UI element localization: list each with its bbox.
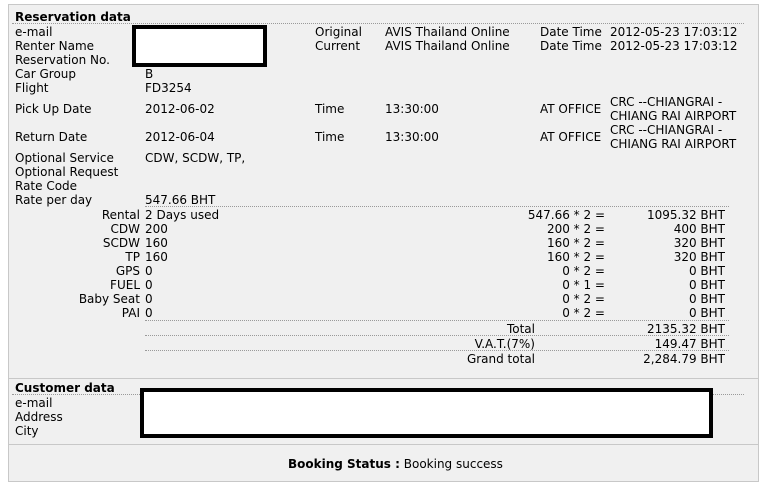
return-date-label: Return Date <box>15 130 88 144</box>
customer-section-title: Customer data <box>15 381 115 395</box>
charge-detail: 0 <box>145 264 153 278</box>
pick-up-time-label: Time <box>315 102 345 116</box>
current-label: Current <box>315 39 361 53</box>
charge-amount: 0 BHT <box>688 264 725 278</box>
charge-calc: 547.66 * 2 = <box>527 208 605 222</box>
pick-up-date-value: 2012-06-02 <box>145 102 215 116</box>
charge-detail: 0 <box>145 278 153 292</box>
return-time-label: Time <box>315 130 345 144</box>
reservation-section-title: Reservation data <box>15 10 131 24</box>
pick-up-office-line2: CHIANG RAI AIRPORT <box>610 109 737 123</box>
booking-status: Booking Status : Booking success <box>288 457 503 471</box>
charge-label: FUEL <box>110 278 140 292</box>
charge-amount: 320 BHT <box>673 236 725 250</box>
charge-amount: 0 BHT <box>688 278 725 292</box>
car-group-value: B <box>145 67 154 81</box>
charge-calc: 0 * 2 = <box>562 292 605 306</box>
charge-amount: 0 BHT <box>688 306 725 320</box>
charge-detail: 200 <box>145 222 168 236</box>
pick-up-date-label: Pick Up Date <box>15 102 92 116</box>
redacted-renter-info <box>132 25 267 67</box>
charge-detail: 2 Days used <box>145 208 220 222</box>
pick-up-office-label: AT OFFICE <box>540 102 602 116</box>
grand-total-amount: 2,284.79 BHT <box>643 352 725 366</box>
charges-top-divider <box>145 206 729 207</box>
section-divider <box>12 23 744 24</box>
charge-label: TP <box>125 250 140 264</box>
vat-divider <box>145 350 729 351</box>
charge-label: CDW <box>110 222 140 236</box>
return-office-line1: CRC --CHIANGRAI - <box>610 123 723 137</box>
charge-calc: 0 * 2 = <box>562 306 605 320</box>
booking-status-value: Booking success <box>403 457 503 471</box>
optional-service-label: Optional Service <box>15 151 114 165</box>
flight-label: Flight <box>15 81 49 95</box>
return-time-value: 13:30:00 <box>385 130 439 144</box>
rate-code-label: Rate Code <box>15 179 78 193</box>
pick-up-time-value: 13:30:00 <box>385 102 439 116</box>
optional-service-value: CDW, SCDW, TP, <box>145 151 246 165</box>
charge-label: Baby Seat <box>78 292 140 306</box>
charge-detail: 160 <box>145 250 168 264</box>
original-datetime-value: 2012-05-23 17:03:12 <box>610 25 738 39</box>
charge-amount: 320 BHT <box>673 250 725 264</box>
charge-detail: 0 <box>145 292 153 306</box>
charge-detail: 0 <box>145 306 153 320</box>
customer-email-label: e-mail <box>15 396 53 410</box>
current-datetime-value: 2012-05-23 17:03:12 <box>610 39 738 53</box>
original-label: Original <box>315 25 362 39</box>
charge-calc: 0 * 1 = <box>562 278 605 292</box>
charge-calc: 160 * 2 = <box>546 236 605 250</box>
car-group-label: Car Group <box>15 67 77 81</box>
pick-up-office-line1: CRC --CHIANGRAI - <box>610 95 723 109</box>
total-label: Total <box>506 322 535 336</box>
charge-amount: 1095.32 BHT <box>646 208 725 222</box>
section-separator <box>9 378 758 379</box>
renter-name-label: Renter Name <box>15 39 95 53</box>
current-datetime-label: Date Time <box>540 39 602 53</box>
return-office-line2: CHIANG RAI AIRPORT <box>610 137 737 151</box>
original-source-value: AVIS Thailand Online <box>385 25 510 39</box>
vat-amount: 149.47 BHT <box>654 337 725 351</box>
charges-bottom-divider <box>145 320 729 321</box>
original-datetime-label: Date Time <box>540 25 602 39</box>
return-date-value: 2012-06-04 <box>145 130 215 144</box>
section-separator <box>9 444 758 445</box>
email-label: e-mail <box>15 25 53 39</box>
charge-label: SCDW <box>102 236 140 250</box>
current-source-value: AVIS Thailand Online <box>385 39 510 53</box>
vat-label: V.A.T.(7%) <box>474 337 535 351</box>
charge-calc: 160 * 2 = <box>546 250 605 264</box>
total-divider <box>145 335 729 336</box>
charge-label: Rental <box>101 208 140 222</box>
charge-calc: 200 * 2 = <box>546 222 605 236</box>
booking-status-label: Booking Status : <box>288 457 400 471</box>
charge-calc: 0 * 2 = <box>562 264 605 278</box>
return-office-label: AT OFFICE <box>540 130 602 144</box>
optional-request-label: Optional Request <box>15 165 119 179</box>
customer-city-label: City <box>15 424 39 438</box>
reservation-no-label: Reservation No. <box>15 53 110 67</box>
charge-amount: 0 BHT <box>688 292 725 306</box>
flight-value: FD3254 <box>145 81 192 95</box>
total-amount: 2135.32 BHT <box>646 322 725 336</box>
grand-total-label: Grand total <box>466 352 535 366</box>
charge-amount: 400 BHT <box>673 222 725 236</box>
customer-address-label: Address <box>15 410 63 424</box>
charge-label: PAI <box>121 306 140 320</box>
rate-per-day-label: Rate per day <box>15 193 93 207</box>
redacted-customer-info <box>140 388 713 438</box>
charge-detail: 160 <box>145 236 168 250</box>
rate-per-day-value: 547.66 BHT <box>145 193 216 207</box>
charge-label: GPS <box>115 264 140 278</box>
